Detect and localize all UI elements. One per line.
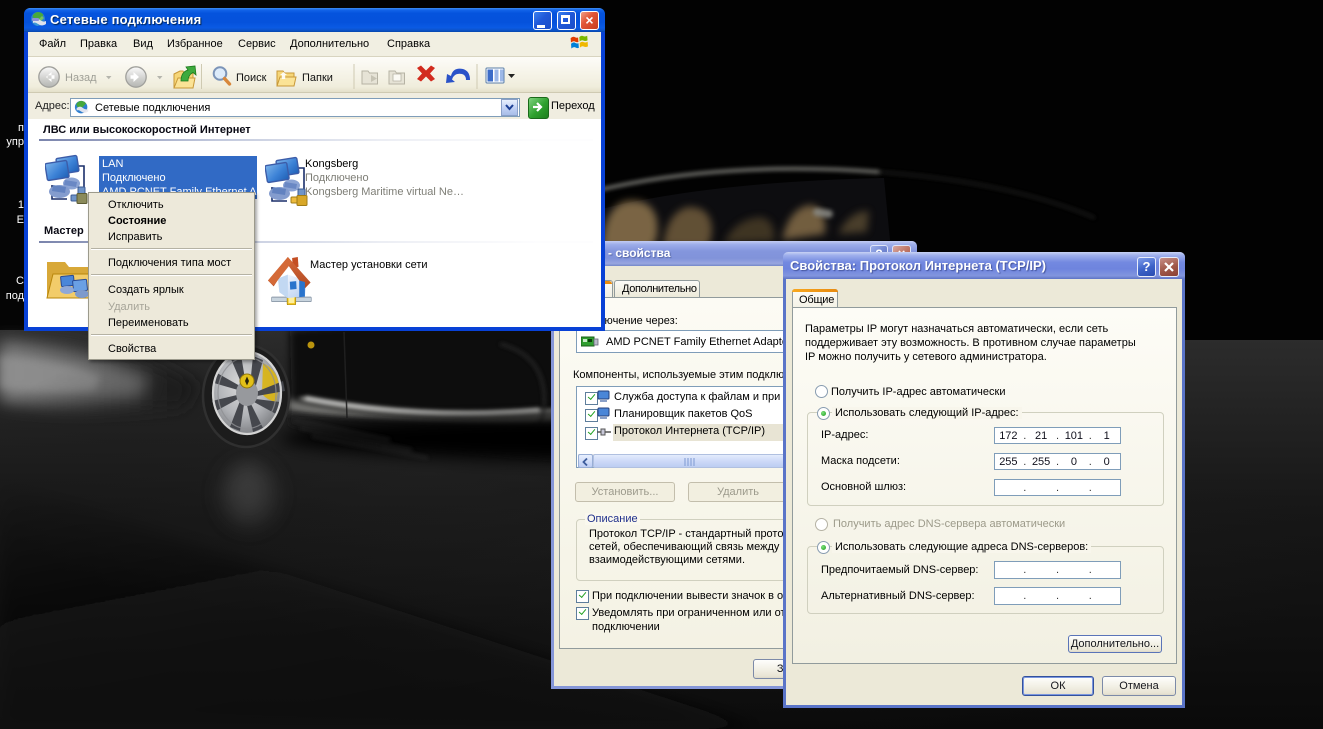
svg-text:Папки: Папки	[302, 72, 333, 84]
svg-text:под: под	[6, 290, 25, 302]
svg-text:Е: Е	[17, 214, 24, 226]
svg-text:Поиск: Поиск	[236, 72, 267, 84]
svg-text:С: С	[16, 275, 24, 287]
svg-text:упр: упр	[6, 136, 24, 148]
svg-text:Назад: Назад	[65, 72, 97, 84]
